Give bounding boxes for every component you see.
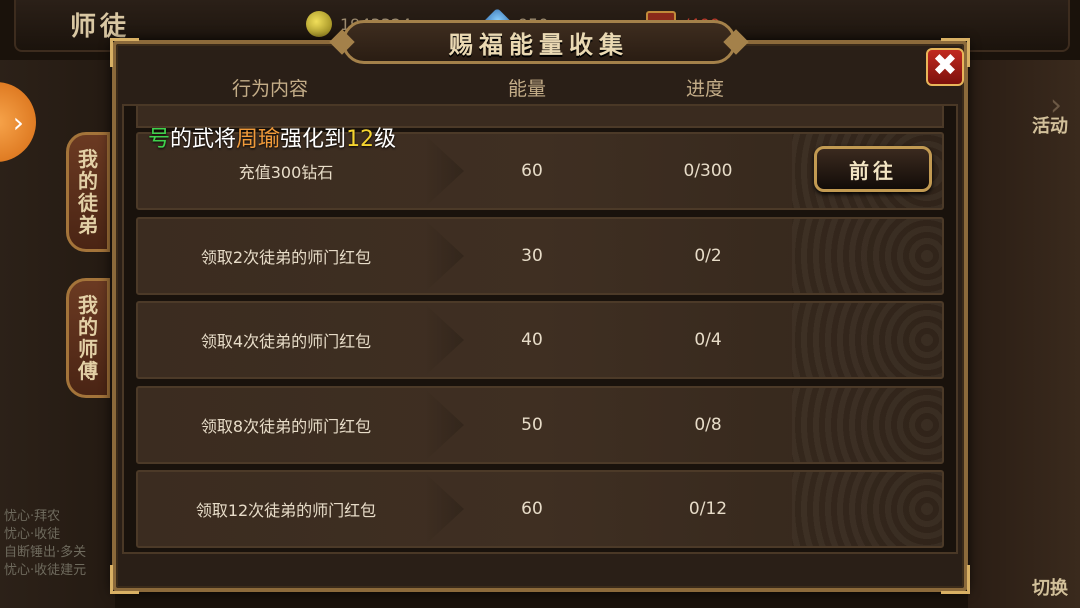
chevron-right-icon: › bbox=[12, 105, 24, 139]
coin-icon bbox=[306, 11, 332, 37]
tab-char: 傅 bbox=[78, 359, 98, 383]
list-item: 领取4次徒弟的师门红包 40 0/4 bbox=[136, 301, 944, 379]
list-item: 领取12次徒弟的师门红包 60 0/12 bbox=[136, 470, 944, 548]
chat-line: 忧心·收徒建元 bbox=[4, 563, 87, 578]
task-progress: 0/8 bbox=[694, 415, 722, 435]
corner-ornament bbox=[110, 38, 139, 67]
list-item: 领取8次徒弟的师门红包 50 0/8 bbox=[136, 386, 944, 464]
task-action: 领取4次徒弟的师门红包 bbox=[200, 332, 372, 351]
tab-my-disciple[interactable]: 我 的 徒 弟 bbox=[66, 132, 110, 252]
dialog-title: 赐福能量收集 bbox=[449, 29, 629, 59]
corner-ornament bbox=[110, 565, 139, 594]
task-action: 领取12次徒弟的师门红包 bbox=[195, 501, 377, 520]
chat-line: 忧心·拜农 bbox=[4, 509, 61, 524]
task-progress: 0/4 bbox=[694, 330, 722, 350]
chat-log[interactable]: 忧心·拜农 忧心·收徒 自断锤出·多关 忧心·收徒建元 bbox=[4, 508, 108, 580]
task-progress: 0/300 bbox=[683, 161, 733, 181]
list-item: 领取2次徒弟的师门红包 30 0/2 bbox=[136, 217, 944, 295]
task-energy: 40 bbox=[521, 330, 543, 350]
task-progress: 0/12 bbox=[688, 499, 728, 519]
tab-my-master[interactable]: 我 的 师 傅 bbox=[66, 278, 110, 398]
scrolling-notice: 号的武将周瑜强化到12级 bbox=[148, 121, 396, 153]
dialog-title-plate: 赐福能量收集 bbox=[342, 20, 736, 64]
task-energy: 30 bbox=[521, 246, 543, 266]
chat-line: 忧心·收徒 bbox=[4, 527, 61, 542]
task-energy: 60 bbox=[521, 161, 543, 181]
notice-level: 12 bbox=[346, 127, 375, 152]
close-button[interactable]: ✖ bbox=[926, 48, 964, 86]
switch-label[interactable]: 切换 bbox=[1032, 574, 1068, 600]
tab-char: 我 bbox=[78, 293, 98, 317]
tab-char: 师 bbox=[78, 337, 98, 361]
close-icon: ✖ bbox=[932, 48, 958, 83]
notice-segment: 的武将 bbox=[170, 127, 237, 152]
activity-label[interactable]: 活动 bbox=[1032, 112, 1068, 138]
tab-char: 的 bbox=[78, 169, 98, 193]
notice-segment: 级 bbox=[374, 127, 397, 152]
go-button[interactable]: 前往 bbox=[814, 146, 932, 192]
notice-segment: 强化到 bbox=[280, 127, 347, 152]
task-energy: 60 bbox=[521, 499, 543, 519]
notice-segment: 号 bbox=[148, 127, 171, 152]
tab-char: 的 bbox=[78, 315, 98, 339]
notice-hero-name: 周瑜 bbox=[236, 127, 281, 152]
header-energy: 能量 bbox=[508, 78, 547, 100]
task-action: 领取8次徒弟的师门红包 bbox=[200, 417, 372, 436]
header-action: 行为内容 bbox=[232, 78, 309, 100]
corner-ornament bbox=[941, 565, 970, 594]
tab-char: 我 bbox=[78, 147, 98, 171]
header-progress: 进度 bbox=[686, 78, 725, 100]
task-progress: 0/2 bbox=[694, 246, 722, 266]
task-energy: 50 bbox=[521, 415, 543, 435]
chat-line: 自断锤出·多关 bbox=[4, 545, 87, 560]
tab-char: 弟 bbox=[78, 213, 98, 237]
tab-char: 徒 bbox=[78, 191, 98, 215]
background-right-column bbox=[968, 60, 1080, 608]
task-action: 领取2次徒弟的师门红包 bbox=[200, 248, 372, 267]
